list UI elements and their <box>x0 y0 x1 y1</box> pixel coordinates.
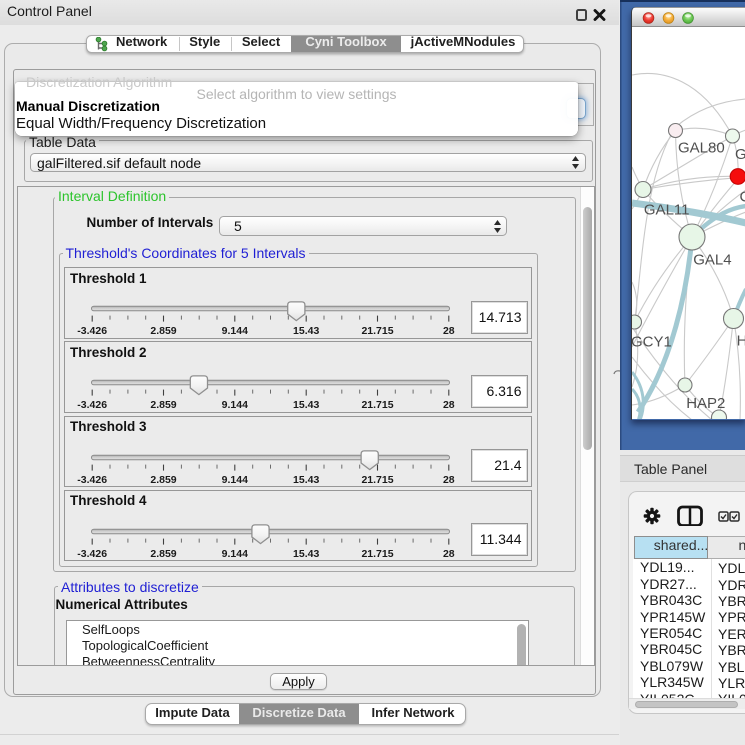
svg-text:21.715: 21.715 <box>361 474 393 486</box>
svg-text:28: 28 <box>442 399 454 411</box>
svg-text:21.715: 21.715 <box>361 548 393 560</box>
svg-text:GAL11: GAL11 <box>643 201 689 218</box>
svg-text:GAL4: GAL4 <box>693 252 731 269</box>
svg-text:28: 28 <box>442 325 454 337</box>
svg-text:-3.426: -3.426 <box>77 325 107 337</box>
svg-text:21.715: 21.715 <box>361 399 393 411</box>
svg-text:9.144: 9.144 <box>221 474 247 486</box>
svg-text:2.859: 2.859 <box>150 325 176 337</box>
svg-text:15.43: 15.43 <box>293 399 319 411</box>
svg-text:2.859: 2.859 <box>150 474 176 486</box>
svg-text:9.144: 9.144 <box>221 325 247 337</box>
svg-text:2.859: 2.859 <box>150 548 176 560</box>
svg-text:2.859: 2.859 <box>150 399 176 411</box>
svg-text:-3.426: -3.426 <box>77 548 107 560</box>
svg-text:-3.426: -3.426 <box>77 474 107 486</box>
svg-text:28: 28 <box>442 474 454 486</box>
svg-text:28: 28 <box>442 548 454 560</box>
svg-text:HI: HI <box>736 333 745 350</box>
svg-text:GAL1: GAL1 <box>735 146 745 163</box>
svg-text:15.43: 15.43 <box>293 325 319 337</box>
svg-text:15.43: 15.43 <box>293 548 319 560</box>
svg-text:HAP2: HAP2 <box>686 395 725 412</box>
svg-text:CR: CR <box>739 189 745 206</box>
svg-text:-3.426: -3.426 <box>77 399 107 411</box>
svg-text:9.144: 9.144 <box>221 399 247 411</box>
svg-text:21.715: 21.715 <box>361 325 393 337</box>
svg-text:GCY1: GCY1 <box>632 334 672 351</box>
svg-text:9.144: 9.144 <box>221 548 247 560</box>
svg-text:15.43: 15.43 <box>293 474 319 486</box>
svg-text:GAL80: GAL80 <box>678 140 725 157</box>
